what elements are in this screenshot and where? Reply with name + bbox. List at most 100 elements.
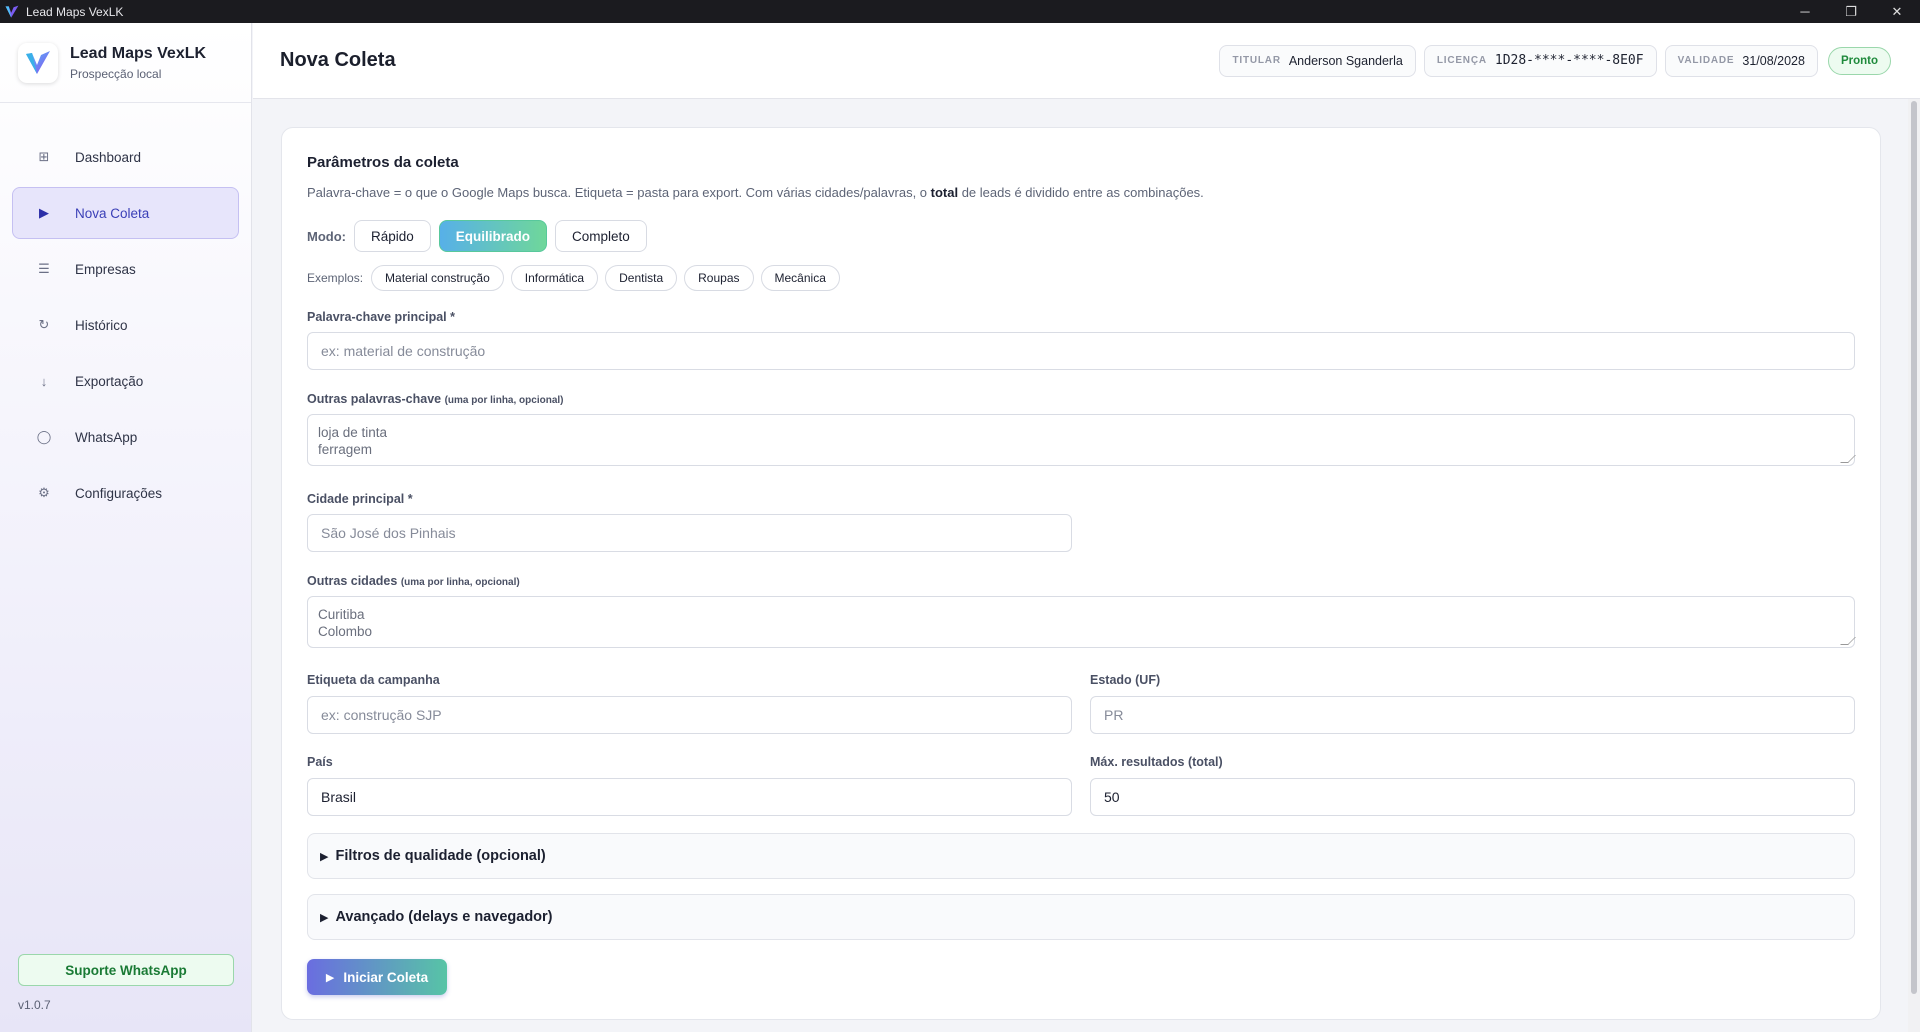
window-title: Lead Maps VexLK	[26, 4, 124, 19]
section-title: Parâmetros da coleta	[307, 154, 459, 171]
sidebar-item-configuracoes[interactable]: ⚙ Configurações	[12, 467, 239, 519]
validade-pill: VALIDADE 31/08/2028	[1664, 44, 1818, 77]
validade-value: 31/08/2028	[1742, 53, 1805, 68]
help-text: Palavra-chave = o que o Google Maps busc…	[307, 185, 1204, 200]
start-collection-button[interactable]: ▶ Iniciar Coleta	[307, 959, 447, 995]
caret-right-icon: ▶	[320, 850, 329, 863]
brand-logo-icon	[18, 42, 58, 83]
example-chip[interactable]: Material construção	[371, 265, 504, 291]
other-cities-line: Colombo	[318, 624, 373, 639]
sidebar-nav: ⊞ Dashboard ▶ Nova Coleta ☰ Empresas ↻ H…	[0, 103, 251, 519]
other-cities-line: Curitiba	[318, 607, 365, 622]
app-version: v1.0.7	[18, 998, 51, 1012]
restore-button[interactable]: ❐	[1828, 0, 1874, 23]
keyword-input[interactable]: ex: material de construção	[307, 332, 1855, 370]
sidebar-item-label: Exportação	[75, 373, 144, 389]
country-label: País	[307, 755, 333, 769]
other-keywords-line: loja de tinta	[318, 425, 388, 440]
examples-row: Exemplos: Material construção Informátic…	[307, 265, 847, 291]
sidebar-item-label: Configurações	[75, 485, 163, 501]
scrollbar-thumb[interactable]	[1911, 101, 1917, 994]
download-icon: ↓	[40, 373, 48, 389]
minimize-button[interactable]: ─	[1782, 0, 1828, 23]
max-results-input[interactable]: 50	[1090, 778, 1855, 816]
dashboard-icon: ⊞	[38, 149, 50, 164]
example-chip[interactable]: Dentista	[605, 265, 678, 291]
advanced-label: Avançado (delays e navegador)	[335, 909, 553, 925]
validade-label: VALIDADE	[1677, 55, 1735, 66]
licenca-label: LICENÇA	[1436, 55, 1487, 66]
quality-filters-toggle[interactable]: ▶ Filtros de qualidade (opcional)	[307, 833, 1855, 879]
other-cities-textarea[interactable]: Curitiba Colombo	[307, 596, 1856, 648]
help-text-end: de leads é dividido entre as combinações…	[958, 185, 1204, 200]
other-cities-note: (uma por linha, opcional)	[400, 577, 520, 588]
other-cities-label: Outras cidades (uma por linha, opcional)	[307, 574, 520, 588]
quality-filters-label: Filtros de qualidade (opcional)	[335, 848, 546, 864]
parameters-card: Parâmetros da coleta Palavra-chave = o q…	[281, 127, 1881, 1020]
sidebar-item-nova-coleta[interactable]: ▶ Nova Coleta	[12, 187, 239, 239]
help-text-bold: total	[930, 185, 959, 200]
other-keywords-line: ferragem	[318, 442, 373, 457]
example-chip[interactable]: Informática	[510, 265, 599, 291]
list-icon: ☰	[38, 261, 50, 276]
sidebar-item-label: Empresas	[75, 261, 136, 277]
gear-icon: ⚙	[38, 485, 50, 500]
status-badge: Pronto	[1827, 46, 1891, 75]
licenca-pill: LICENÇA 1D28-****-****-8E0F	[1423, 44, 1657, 77]
mode-rapido-button[interactable]: Rápido	[353, 220, 431, 252]
city-input[interactable]: São José dos Pinhais	[307, 514, 1072, 552]
example-chip[interactable]: Mecânica	[760, 265, 840, 291]
titular-value: Anderson Sganderla	[1288, 53, 1403, 68]
play-icon: ▶	[325, 971, 335, 984]
mode-equilibrado-button[interactable]: Equilibrado	[438, 220, 548, 252]
brand: Lead Maps VexLK Prospecção local	[0, 23, 251, 103]
other-keywords-note: (uma por linha, opcional)	[444, 395, 564, 406]
window-titlebar: Lead Maps VexLK ─ ❐ ✕	[0, 0, 1920, 23]
help-text-start: Palavra-chave = o que o Google Maps busc…	[307, 185, 931, 200]
sidebar: Lead Maps VexLK Prospecção local ⊞ Dashb…	[0, 23, 252, 1032]
examples-label: Exemplos:	[307, 271, 364, 285]
page-header: Nova Coleta TITULAR Anderson Sganderla L…	[253, 23, 1920, 99]
close-button[interactable]: ✕	[1874, 0, 1920, 23]
play-icon: ▶	[39, 205, 49, 220]
state-label: Estado (UF)	[1090, 673, 1161, 687]
licenca-value: 1D28-****-****-8E0F	[1494, 53, 1644, 68]
sidebar-item-exportacao[interactable]: ↓ Exportação	[12, 355, 239, 407]
history-icon: ↻	[38, 317, 50, 332]
support-whatsapp-button[interactable]: Suporte WhatsApp	[18, 954, 234, 986]
mode-completo-button[interactable]: Completo	[555, 220, 647, 252]
sidebar-item-dashboard[interactable]: ⊞ Dashboard	[12, 131, 239, 183]
brand-subtitle: Prospecção local	[70, 66, 162, 81]
campaign-label: Etiqueta da campanha	[307, 673, 440, 687]
sidebar-item-label: Histórico	[75, 317, 128, 333]
state-input[interactable]: PR	[1090, 696, 1855, 734]
sidebar-item-label: WhatsApp	[75, 429, 138, 445]
sidebar-item-empresas[interactable]: ☰ Empresas	[12, 243, 239, 295]
app-logo-icon	[5, 5, 19, 18]
max-results-label: Máx. resultados (total)	[1090, 755, 1223, 769]
caret-right-icon: ▶	[320, 911, 329, 924]
sidebar-item-historico[interactable]: ↻ Histórico	[12, 299, 239, 351]
main-scrollbar[interactable]	[1908, 99, 1920, 1032]
chat-bubble-icon: ◯	[36, 429, 52, 444]
advanced-toggle[interactable]: ▶ Avançado (delays e navegador)	[307, 894, 1855, 940]
other-keywords-label: Outras palavras-chave (uma por linha, op…	[307, 392, 564, 406]
sidebar-item-whatsapp[interactable]: ◯ WhatsApp	[12, 411, 239, 463]
sidebar-item-label: Dashboard	[75, 149, 142, 165]
keyword-label: Palavra-chave principal *	[307, 310, 455, 324]
mode-label: Modo:	[307, 228, 346, 244]
titular-pill: TITULAR Anderson Sganderla	[1219, 44, 1416, 77]
titular-label: TITULAR	[1232, 55, 1281, 66]
country-input[interactable]: Brasil	[307, 778, 1072, 816]
brand-name: Lead Maps VexLK	[70, 44, 207, 62]
other-keywords-textarea[interactable]: loja de tinta ferragem	[307, 414, 1856, 466]
start-collection-label: Iniciar Coleta	[343, 969, 429, 985]
mode-selector: Modo: Rápido Equilibrado Completo	[307, 220, 655, 252]
campaign-input[interactable]: ex: construção SJP	[307, 696, 1072, 734]
sidebar-item-label: Nova Coleta	[75, 205, 150, 221]
other-keywords-label-text: Outras palavras-chave	[307, 392, 442, 406]
page-title: Nova Coleta	[280, 49, 396, 71]
example-chip[interactable]: Roupas	[684, 265, 754, 291]
other-cities-label-text: Outras cidades	[307, 574, 398, 588]
city-label: Cidade principal *	[307, 492, 413, 506]
